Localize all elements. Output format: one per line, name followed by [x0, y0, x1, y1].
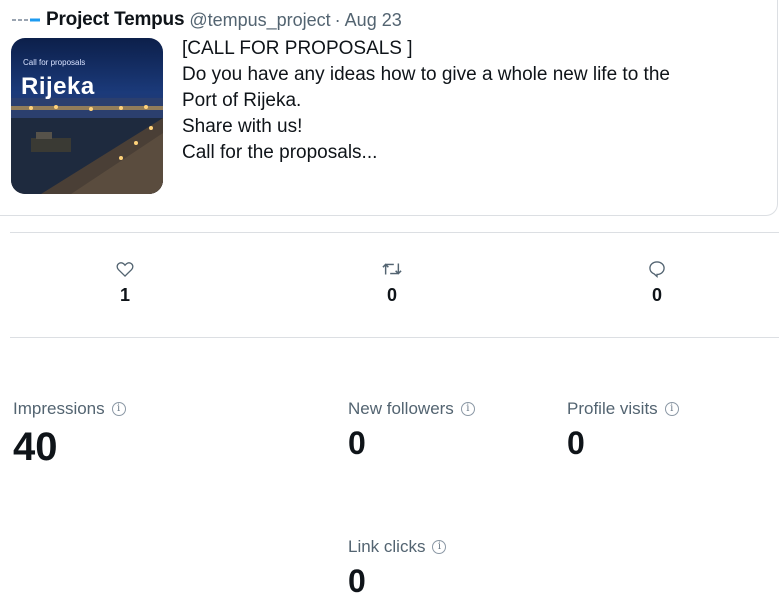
- new-followers-value: 0: [348, 425, 366, 461]
- tweet-date[interactable]: Aug 23: [345, 10, 402, 31]
- tweet-text[interactable]: [CALL FOR PROPOSALS ] Do you have any id…: [182, 36, 670, 166]
- header-separator: ·: [334, 9, 341, 30]
- likes-metric[interactable]: 1: [105, 259, 145, 306]
- engagement-bar: 1 0 0: [10, 232, 779, 338]
- heart-icon: [105, 259, 145, 281]
- replies-metric[interactable]: 0: [637, 259, 677, 306]
- info-icon[interactable]: i: [432, 540, 447, 554]
- tweet-text-line: Call for the proposals...: [182, 142, 378, 163]
- author-handle[interactable]: @tempus_project: [189, 10, 330, 31]
- link-clicks-label: Link clicks i: [348, 537, 447, 557]
- replies-count: 0: [651, 285, 662, 305]
- profile-visits-stat: Profile visits i 0: [567, 399, 679, 462]
- new-followers-stat: New followers i 0: [348, 399, 475, 462]
- link-clicks-value: 0: [348, 563, 366, 599]
- impressions-stat: Impressions i 40: [13, 399, 126, 470]
- info-icon[interactable]: i: [111, 402, 126, 416]
- impressions-value: 40: [13, 425, 58, 469]
- image-caption-title: Rijeka: [21, 73, 95, 100]
- image-caption-small: Call for proposals: [23, 58, 86, 67]
- likes-count: 1: [119, 285, 130, 305]
- tweet-text-line: Port of Rijeka.: [182, 90, 302, 111]
- author-name[interactable]: Project Tempus: [46, 9, 185, 31]
- reply-icon: [637, 259, 677, 281]
- tweet-text-line: Do you have any ideas how to give a whol…: [182, 64, 670, 85]
- profile-visits-label: Profile visits i: [567, 399, 679, 419]
- impressions-label: Impressions i: [13, 399, 126, 419]
- tweet-image[interactable]: Call for proposals Rijeka: [11, 38, 163, 194]
- profile-visits-value: 0: [567, 425, 585, 461]
- info-icon[interactable]: i: [664, 402, 679, 416]
- link-clicks-stat: Link clicks i 0: [348, 537, 447, 600]
- tweet-text-line: [CALL FOR PROPOSALS ]: [182, 38, 413, 59]
- retweets-count: 0: [386, 285, 397, 305]
- tweet-header: Project Tempus @tempus_project · Aug 23: [12, 8, 402, 32]
- info-icon[interactable]: i: [460, 402, 475, 416]
- new-followers-label: New followers i: [348, 399, 475, 419]
- thread-connector-icon: [12, 15, 42, 25]
- retweets-metric[interactable]: 0: [372, 259, 412, 306]
- tweet-card[interactable]: Project Tempus @tempus_project · Aug 23 …: [0, 0, 778, 216]
- retweet-icon: [372, 259, 412, 281]
- tweet-text-line: Share with us!: [182, 116, 303, 137]
